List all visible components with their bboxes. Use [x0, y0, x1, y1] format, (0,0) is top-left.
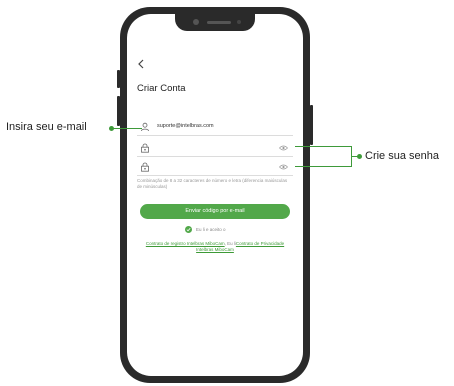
email-callout-line [112, 128, 142, 129]
chevron-left-icon [138, 59, 144, 69]
user-icon [141, 122, 149, 132]
sensor-dot [237, 20, 241, 24]
speaker-grille [207, 21, 231, 24]
page-title: Criar Conta [137, 83, 186, 94]
password-field[interactable] [137, 142, 293, 157]
password-callout-line-bottom [295, 166, 351, 167]
agree-text: Eu li e aceito o [196, 227, 226, 232]
phone-screen: Criar Conta suporte@intelbras.com Combin… [127, 14, 303, 376]
terms-separator: , Eu li [224, 241, 236, 246]
lock-icon [141, 143, 149, 153]
email-callout-dot [109, 126, 114, 131]
eye-icon[interactable] [279, 145, 288, 151]
password-hint: Combinação de 8 a 32 caracteres de númer… [137, 178, 288, 189]
send-code-button[interactable]: Enviar código por e-mail [140, 204, 290, 219]
password-callout-label: Crie sua senha [365, 150, 439, 162]
terms-text: Contrato de registro Intelbras MiboCam, … [139, 241, 291, 253]
power-button [310, 105, 313, 145]
confirm-password-field[interactable] [137, 161, 293, 176]
password-callout-dot [357, 154, 362, 159]
email-callout-label: Insira seu e-mail [6, 121, 87, 133]
lock-icon [141, 162, 149, 172]
password-callout-line-top [295, 146, 351, 147]
camera-icon [193, 19, 199, 25]
eye-icon[interactable] [279, 164, 288, 170]
notch [175, 14, 255, 31]
email-value: suporte@intelbras.com [157, 123, 214, 129]
registration-contract-link[interactable]: Contrato de registro Intelbras MiboCam [146, 241, 225, 246]
checkbox-checked-icon[interactable] [185, 226, 192, 233]
email-field[interactable]: suporte@intelbras.com [137, 121, 293, 136]
back-button[interactable] [137, 59, 145, 71]
